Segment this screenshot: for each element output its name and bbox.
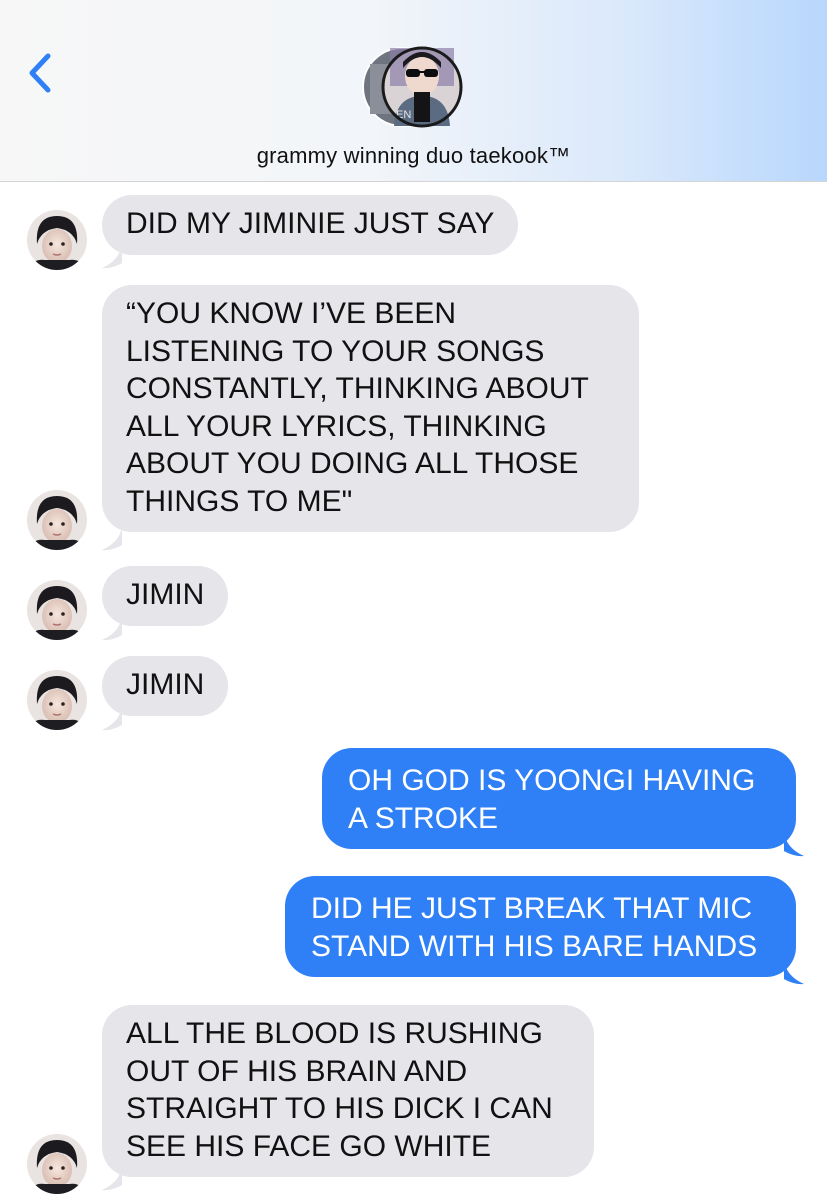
- bubble-tail-incoming: [102, 244, 122, 269]
- back-button[interactable]: [22, 50, 62, 96]
- conversation-header: EN grammy winning duo taekook™: [0, 0, 827, 182]
- message-bubble-incoming[interactable]: ALL THE BLOOD IS RUSHING OUT OF HIS BRAI…: [102, 1005, 594, 1177]
- bubble-tail-outgoing: [784, 832, 804, 857]
- message-bubble-incoming[interactable]: DID MY JIMINIE JUST SAY: [102, 195, 519, 255]
- bubble-tail-outgoing: [784, 960, 804, 985]
- message-bubble-outgoing[interactable]: DID HE JUST BREAK THAT MIC STAND WITH HI…: [285, 876, 796, 977]
- contact-name[interactable]: grammy winning duo taekook™: [0, 143, 827, 169]
- sender-avatar[interactable]: [27, 1134, 87, 1194]
- sender-avatar[interactable]: [27, 210, 87, 270]
- sender-avatar[interactable]: [27, 490, 87, 550]
- contact-avatar[interactable]: EN: [362, 44, 464, 130]
- bubble-tail-incoming: [102, 1166, 122, 1191]
- bubble-tail-incoming: [102, 526, 122, 551]
- chevron-left-icon: [29, 53, 51, 93]
- bubble-tail-incoming: [102, 616, 122, 641]
- bubble-tail-incoming: [102, 706, 122, 731]
- message-bubble-outgoing[interactable]: OH GOD IS YOONGI HAVING A STROKE: [322, 748, 796, 849]
- sender-avatar[interactable]: [27, 580, 87, 640]
- message-bubble-incoming[interactable]: “YOU KNOW I’VE BEEN LISTENING TO YOUR SO…: [102, 285, 639, 532]
- sender-avatar[interactable]: [27, 670, 87, 730]
